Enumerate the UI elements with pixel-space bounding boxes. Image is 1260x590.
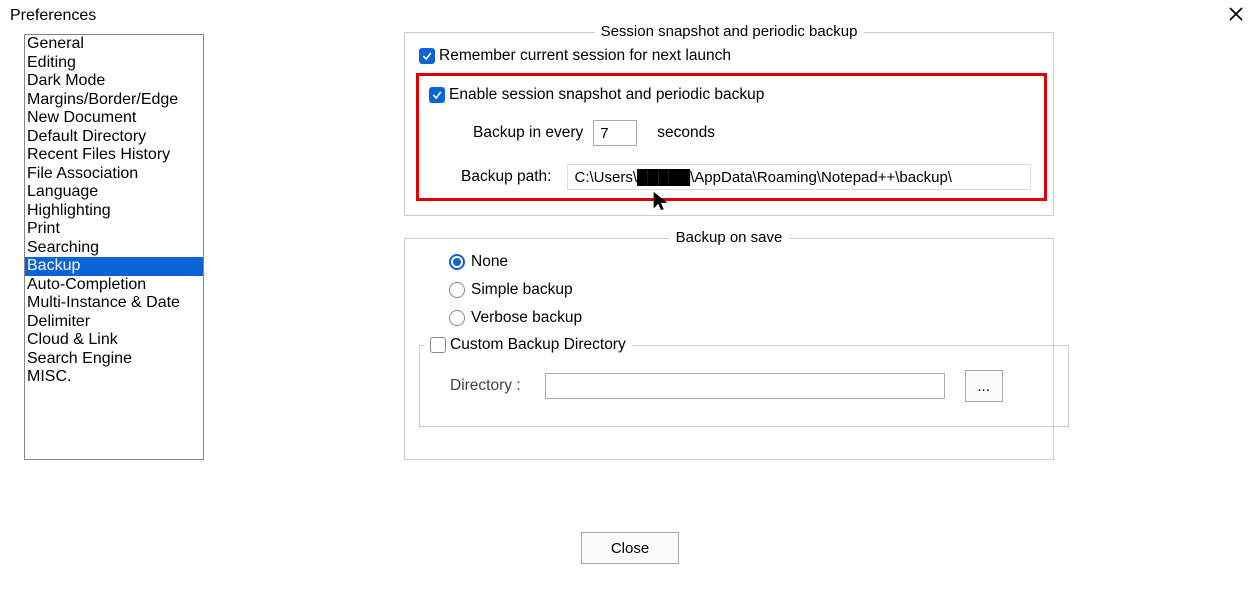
backup-on-save-radio-none[interactable] [449,254,465,270]
sidebar-item-cloud-link[interactable]: Cloud & Link [25,331,203,350]
custom-backup-directory-group: Custom Backup Directory Directory : ... [419,345,1069,427]
sidebar-item-editing[interactable]: Editing [25,54,203,73]
remember-session-label: Remember current session for next launch [439,47,731,65]
sidebar-item-misc-[interactable]: MISC. [25,368,203,387]
remember-session-checkbox[interactable] [419,48,435,64]
window-title: Preferences [10,7,96,25]
backup-on-save-group: Backup on save NoneSimple backupVerbose … [404,238,1054,460]
enable-snapshot-label: Enable session snapshot and periodic bac… [449,86,764,104]
close-icon[interactable] [1222,6,1250,26]
enable-snapshot-checkbox[interactable] [429,87,445,103]
sidebar-item-auto-completion[interactable]: Auto-Completion [25,276,203,295]
sidebar-item-highlighting[interactable]: Highlighting [25,202,203,221]
backup-path-input[interactable] [567,164,1031,190]
backup-on-save-radio-label: Verbose backup [471,309,582,327]
browse-button[interactable]: ... [965,370,1003,402]
backup-path-label: Backup path: [461,168,551,186]
session-snapshot-group: Session snapshot and periodic backup Rem… [404,32,1054,216]
sidebar-item-backup[interactable]: Backup [25,257,203,276]
custom-backup-directory-checkbox[interactable] [430,337,446,353]
custom-backup-directory-label: Custom Backup Directory [450,336,626,354]
sidebar-item-file-association[interactable]: File Association [25,165,203,184]
highlighted-region: Enable session snapshot and periodic bac… [416,73,1047,201]
backup-interval-suffix: seconds [657,124,715,142]
sidebar-item-recent-files-history[interactable]: Recent Files History [25,146,203,165]
backup-interval-input[interactable] [593,120,637,146]
sidebar-item-delimiter[interactable]: Delimiter [25,313,203,332]
sidebar-item-new-document[interactable]: New Document [25,109,203,128]
sidebar-item-print[interactable]: Print [25,220,203,239]
sidebar-item-default-directory[interactable]: Default Directory [25,128,203,147]
backup-interval-prefix: Backup in every [473,124,583,142]
backup-on-save-radio-simple-backup[interactable] [449,282,465,298]
sidebar-item-margins-border-edge[interactable]: Margins/Border/Edge [25,91,203,110]
backup-on-save-radio-label: None [471,253,508,271]
sidebar-item-general[interactable]: General [25,35,203,54]
directory-input[interactable] [545,373,945,399]
sidebar-item-dark-mode[interactable]: Dark Mode [25,72,203,91]
sidebar-item-search-engine[interactable]: Search Engine [25,350,203,369]
sidebar-item-searching[interactable]: Searching [25,239,203,258]
backup-on-save-radio-label: Simple backup [471,281,573,299]
close-button[interactable]: Close [581,532,679,564]
session-snapshot-legend: Session snapshot and periodic backup [595,23,864,40]
directory-label: Directory : [450,377,521,395]
preferences-category-list[interactable]: GeneralEditingDark ModeMargins/Border/Ed… [24,34,204,460]
sidebar-item-multi-instance-date[interactable]: Multi-Instance & Date [25,294,203,313]
sidebar-item-language[interactable]: Language [25,183,203,202]
backup-on-save-radio-verbose-backup[interactable] [449,310,465,326]
backup-on-save-legend: Backup on save [670,229,789,246]
